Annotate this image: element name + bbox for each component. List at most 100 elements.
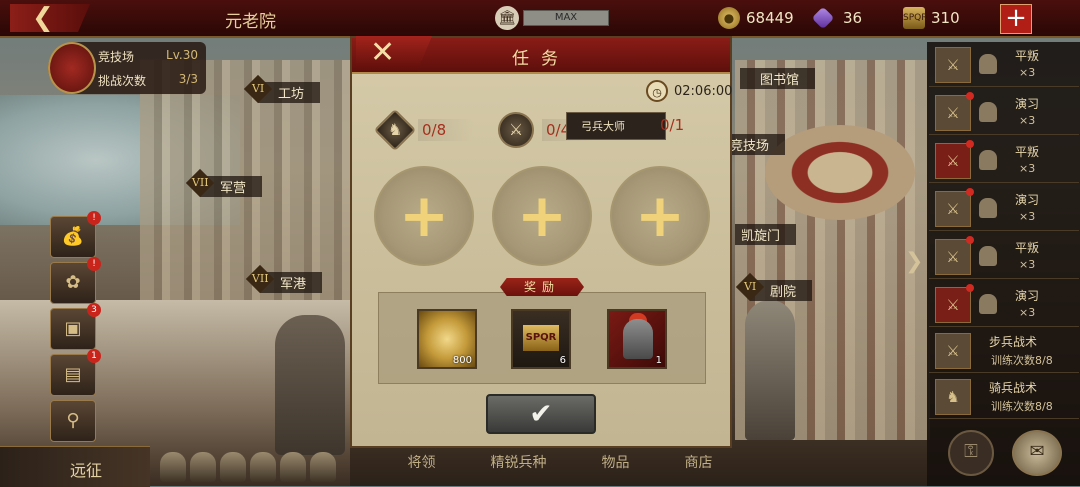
gem-count: 36 (843, 9, 863, 27)
laurel-emblem-icon (48, 42, 96, 94)
general-helmets[interactable] (160, 452, 336, 482)
task-dialog: 任务 ✕ ◷ 02:06:00 ♞ 0/8 ⚔ 0/4 弓兵大师 0/1 + +… (350, 36, 732, 448)
reward-panel: 800 SPQR 6 1 (378, 292, 706, 384)
list-item[interactable]: ⚔ 演习 ×3 (929, 186, 1079, 231)
spqr-icon: SPQR (903, 7, 927, 29)
map-label-triumphal-arch[interactable]: 凯旋门 (735, 224, 797, 245)
helmet-icon (979, 102, 997, 122)
gold-coin-icon: ● (718, 7, 740, 29)
tab-items[interactable]: 物品 (602, 452, 630, 472)
map-label-naval-port[interactable]: VII 军港 (245, 264, 323, 294)
back-arrow-icon: ❮ (32, 3, 54, 33)
list-item[interactable]: ⚔ 平叛 ×3 (929, 42, 1079, 87)
horse-icon: ♞ (935, 379, 971, 415)
tab-elite-troops[interactable]: 精锐兵种 (491, 452, 547, 472)
plus-icon: + (516, 181, 568, 251)
plus-icon: + (1005, 3, 1027, 33)
scroll-button[interactable]: ✉ (1012, 430, 1062, 476)
senate-level-indicator: 🏛 MAX (495, 6, 609, 30)
map-label-theater[interactable]: VI 剧院 (735, 272, 813, 302)
helmet-icon[interactable] (160, 452, 186, 482)
training-item-infantry[interactable]: ⚔ 步兵战术 训练次数8/8 (929, 328, 1079, 373)
archer-progress: 0/1 (660, 116, 685, 134)
unit-slot[interactable]: + (610, 166, 710, 266)
checkmark-icon: ✔ (529, 397, 553, 430)
coin-resource[interactable]: ● 68449 (718, 6, 794, 30)
statue-right (745, 300, 795, 440)
trophy-icon: ⚲ (66, 410, 80, 431)
helmet-icon (979, 54, 997, 74)
map-label-library[interactable]: 图书馆 (740, 68, 816, 89)
challenge-count: 3/3 (178, 72, 198, 86)
expedition-button[interactable]: 远征 (0, 446, 150, 487)
helmet-icon[interactable] (220, 452, 246, 482)
coin-count: 68449 (746, 9, 794, 27)
treasure-bag-icon: 💰 (61, 226, 85, 247)
map-label-workshop[interactable]: VI 工坊 (243, 74, 321, 104)
reward-gold-coin[interactable]: 800 (417, 309, 477, 369)
horse-icon: ♞ (373, 108, 417, 152)
timer-text: 02:06:00 (674, 83, 733, 99)
map-label-barracks[interactable]: VII 军营 (185, 168, 263, 198)
legionary-statue (275, 315, 345, 455)
sword-icon: ⚔ (935, 333, 971, 369)
side-button-laurel[interactable]: ✿! (50, 257, 101, 304)
arena-name: 竞技场 (98, 50, 135, 64)
map-label-arena[interactable]: 竞技场 (724, 134, 786, 155)
side-button-film[interactable]: ▣ 3 (50, 303, 101, 350)
spqr-resource[interactable]: SPQR 310 (903, 6, 960, 30)
max-level-bar: MAX (523, 10, 609, 26)
colosseum-building[interactable] (765, 125, 915, 220)
reward-spqr[interactable]: SPQR 6 (511, 309, 571, 369)
unit-slot[interactable]: + (492, 166, 592, 266)
reward-label: 奖励 (500, 278, 584, 296)
unit-slot[interactable]: + (374, 166, 474, 266)
tab-shop[interactable]: 商店 (685, 452, 713, 472)
tab-generals[interactable]: 将领 (408, 452, 436, 472)
arena-level: Lv.30 (166, 48, 198, 62)
side-button-chest[interactable]: ▤ 1 (50, 349, 101, 396)
close-icon: ✕ (370, 35, 396, 70)
gladiator-icon: ⚔ (935, 236, 974, 275)
event-list: ⚔ 平叛 ×3 ⚔ 演习 ×3 ⚔ 平叛 ×3 ⚔ 演习 ×3 ⚔ 平叛 ×3 … (927, 42, 1080, 486)
confirm-button[interactable]: ✔ (486, 394, 596, 434)
purple-gem-icon (811, 6, 835, 30)
gladiator-icon: ⚔ (935, 140, 974, 179)
chevron-right-icon[interactable]: ❯ (905, 248, 925, 276)
list-item[interactable]: ⚔ 平叛 ×3 (929, 234, 1079, 279)
side-button-trophy[interactable]: ⚲ (50, 400, 96, 442)
helmet-icon (979, 198, 997, 218)
spqr-count: 310 (931, 9, 960, 27)
reward-helmet[interactable]: 1 (607, 309, 667, 369)
helmet-icon (979, 294, 997, 314)
arena-panel[interactable]: 竞技场 Lv.30 挑战次数 3/3 (48, 42, 206, 94)
add-resource-button[interactable]: + (1000, 4, 1032, 34)
laurel-crown-icon: ✿ (65, 272, 81, 293)
bottom-tabs: 将领 精锐兵种 物品 商店 (380, 452, 740, 472)
list-item[interactable]: ⚔ 演习 ×3 (929, 90, 1079, 135)
pocket-watch-icon: ◷ (646, 80, 668, 102)
archer-master-label: 弓兵大师 (566, 112, 666, 140)
roman-helmet-icon (623, 319, 653, 359)
helmet-icon[interactable] (250, 452, 276, 482)
back-button[interactable]: ❮ (10, 4, 90, 32)
page-title: 元老院 (225, 12, 276, 32)
plus-icon: + (634, 181, 686, 251)
gladiator-icon: ⚔ (935, 284, 974, 323)
list-item[interactable]: ⚔ 演习 ×3 (929, 282, 1079, 327)
film-strip-icon: ▣ (64, 318, 82, 339)
gem-resource[interactable]: 36 (811, 6, 863, 30)
helmet-icon[interactable] (280, 452, 306, 482)
top-bar: ❮ 元老院 🏛 MAX ● 68449 36 SPQR 310 + (0, 0, 1080, 38)
side-button-treasure[interactable]: 💰! (50, 211, 101, 258)
gladiator-icon: ⚔ (935, 92, 974, 131)
swordsmen-icon: ⚔ (498, 112, 534, 148)
training-item-cavalry[interactable]: ♞ 骑兵战术 训练次数8/8 (929, 374, 1079, 419)
temple-icon: 🏛 (495, 6, 519, 30)
lock-button[interactable]: ⚿ (948, 430, 994, 476)
list-item[interactable]: ⚔ 平叛 ×3 (929, 138, 1079, 183)
spqr-eagle-icon: SPQR (523, 325, 559, 351)
helmet-icon[interactable] (310, 452, 336, 482)
helmet-icon[interactable] (190, 452, 216, 482)
requirement-progress: 0/8 (418, 119, 474, 141)
